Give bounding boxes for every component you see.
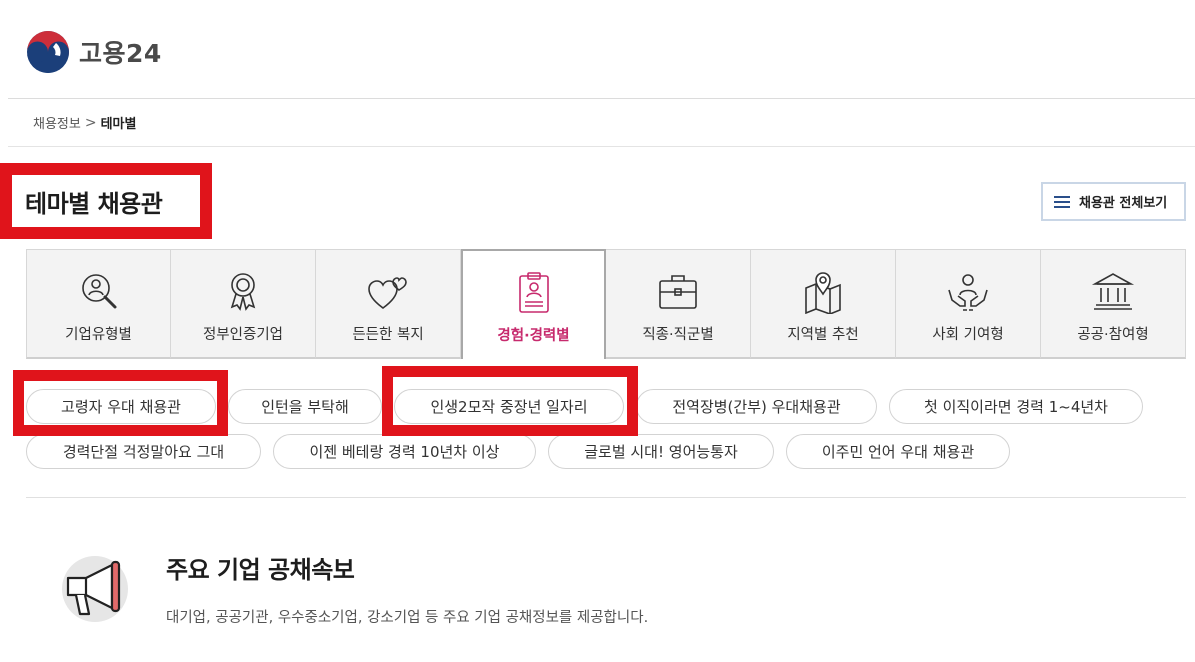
public-building-icon	[1091, 270, 1135, 314]
chip-middle-aged-jobs[interactable]: 인생2모작 중장년 일자리	[394, 389, 624, 424]
chip-immigrant-language[interactable]: 이주민 언어 우대 채용관	[786, 434, 1010, 469]
briefcase-icon	[656, 270, 700, 314]
tab-label: 공공·참여형	[1077, 327, 1149, 343]
hearts-icon	[366, 270, 410, 314]
section-divider	[26, 497, 1186, 498]
map-pin-icon	[801, 270, 845, 314]
theme-tabs: 기업유형별 정부인증기업 든든한 복지 경험·경력별 직종·직군별 지역별 추천…	[26, 249, 1186, 359]
taeguk-logo-icon	[27, 31, 69, 73]
breadcrumb-current: 테마별	[100, 117, 137, 132]
chip-senior-preferred[interactable]: 고령자 우대 채용관	[26, 389, 216, 424]
tab-welfare[interactable]: 든든한 복지	[316, 249, 461, 359]
hands-person-icon	[946, 270, 990, 314]
breadcrumb-parent[interactable]: 채용정보	[33, 113, 81, 132]
view-all-halls-button[interactable]: 채용관 전체보기	[1041, 182, 1186, 221]
page-title-highlight: 테마별 채용관	[0, 163, 212, 239]
hamburger-menu-icon	[1054, 195, 1070, 208]
breadcrumb-divider	[8, 146, 1195, 147]
tab-region[interactable]: 지역별 추천	[751, 249, 896, 359]
clipboard-resume-icon	[512, 271, 556, 315]
site-logo[interactable]: 고용24	[26, 30, 162, 74]
breadcrumb-separator: >	[84, 114, 97, 131]
megaphone-icon	[66, 560, 121, 616]
promo-icon-circle	[62, 556, 128, 622]
magnifier-person-icon	[77, 270, 121, 314]
promo-description: 대기업, 공공기관, 우수중소기업, 강소기업 등 주요 기업 공채정보를 제공…	[166, 610, 649, 626]
tab-company-type[interactable]: 기업유형별	[26, 249, 171, 359]
tab-occupation[interactable]: 직종·직군별	[606, 249, 751, 359]
tab-label: 기업유형별	[65, 327, 132, 343]
tab-public-participation[interactable]: 공공·참여형	[1041, 249, 1186, 359]
page-title: 테마별 채용관	[25, 189, 163, 218]
chip-first-job-change[interactable]: 첫 이직이라면 경력 1~4년차	[889, 389, 1143, 424]
certificate-medal-icon	[221, 270, 265, 314]
tab-label: 든든한 복지	[352, 327, 424, 343]
tab-label: 정부인증기업	[202, 327, 284, 343]
chip-veteran-10-years[interactable]: 이젠 베테랑 경력 10년차 이상	[273, 434, 536, 469]
tab-label: 사회 기여형	[932, 327, 1004, 343]
promo-title: 주요 기업 공채속보	[166, 556, 355, 584]
logo-text: 고용24	[79, 39, 162, 68]
header-divider	[8, 98, 1195, 99]
chip-veterans-preferred[interactable]: 전역장병(간부) 우대채용관	[636, 389, 877, 424]
tab-label: 직종·직군별	[642, 327, 714, 343]
chip-intern[interactable]: 인턴을 부탁해	[228, 389, 382, 424]
tab-social-contribution[interactable]: 사회 기여형	[896, 249, 1041, 359]
tab-label: 지역별 추천	[787, 327, 859, 343]
site-header: 고용24	[0, 0, 1195, 98]
tab-label: 경험·경력별	[497, 328, 570, 344]
chip-career-break[interactable]: 경력단절 걱정말아요 그대	[26, 434, 261, 469]
tab-experience[interactable]: 경험·경력별	[461, 249, 606, 359]
breadcrumb: 채용정보 > 테마별	[33, 113, 137, 133]
chip-english-fluent[interactable]: 글로벌 시대! 영어능통자	[548, 434, 774, 469]
tab-government-certified[interactable]: 정부인증기업	[171, 249, 316, 359]
view-all-halls-label: 채용관 전체보기	[1079, 196, 1168, 211]
